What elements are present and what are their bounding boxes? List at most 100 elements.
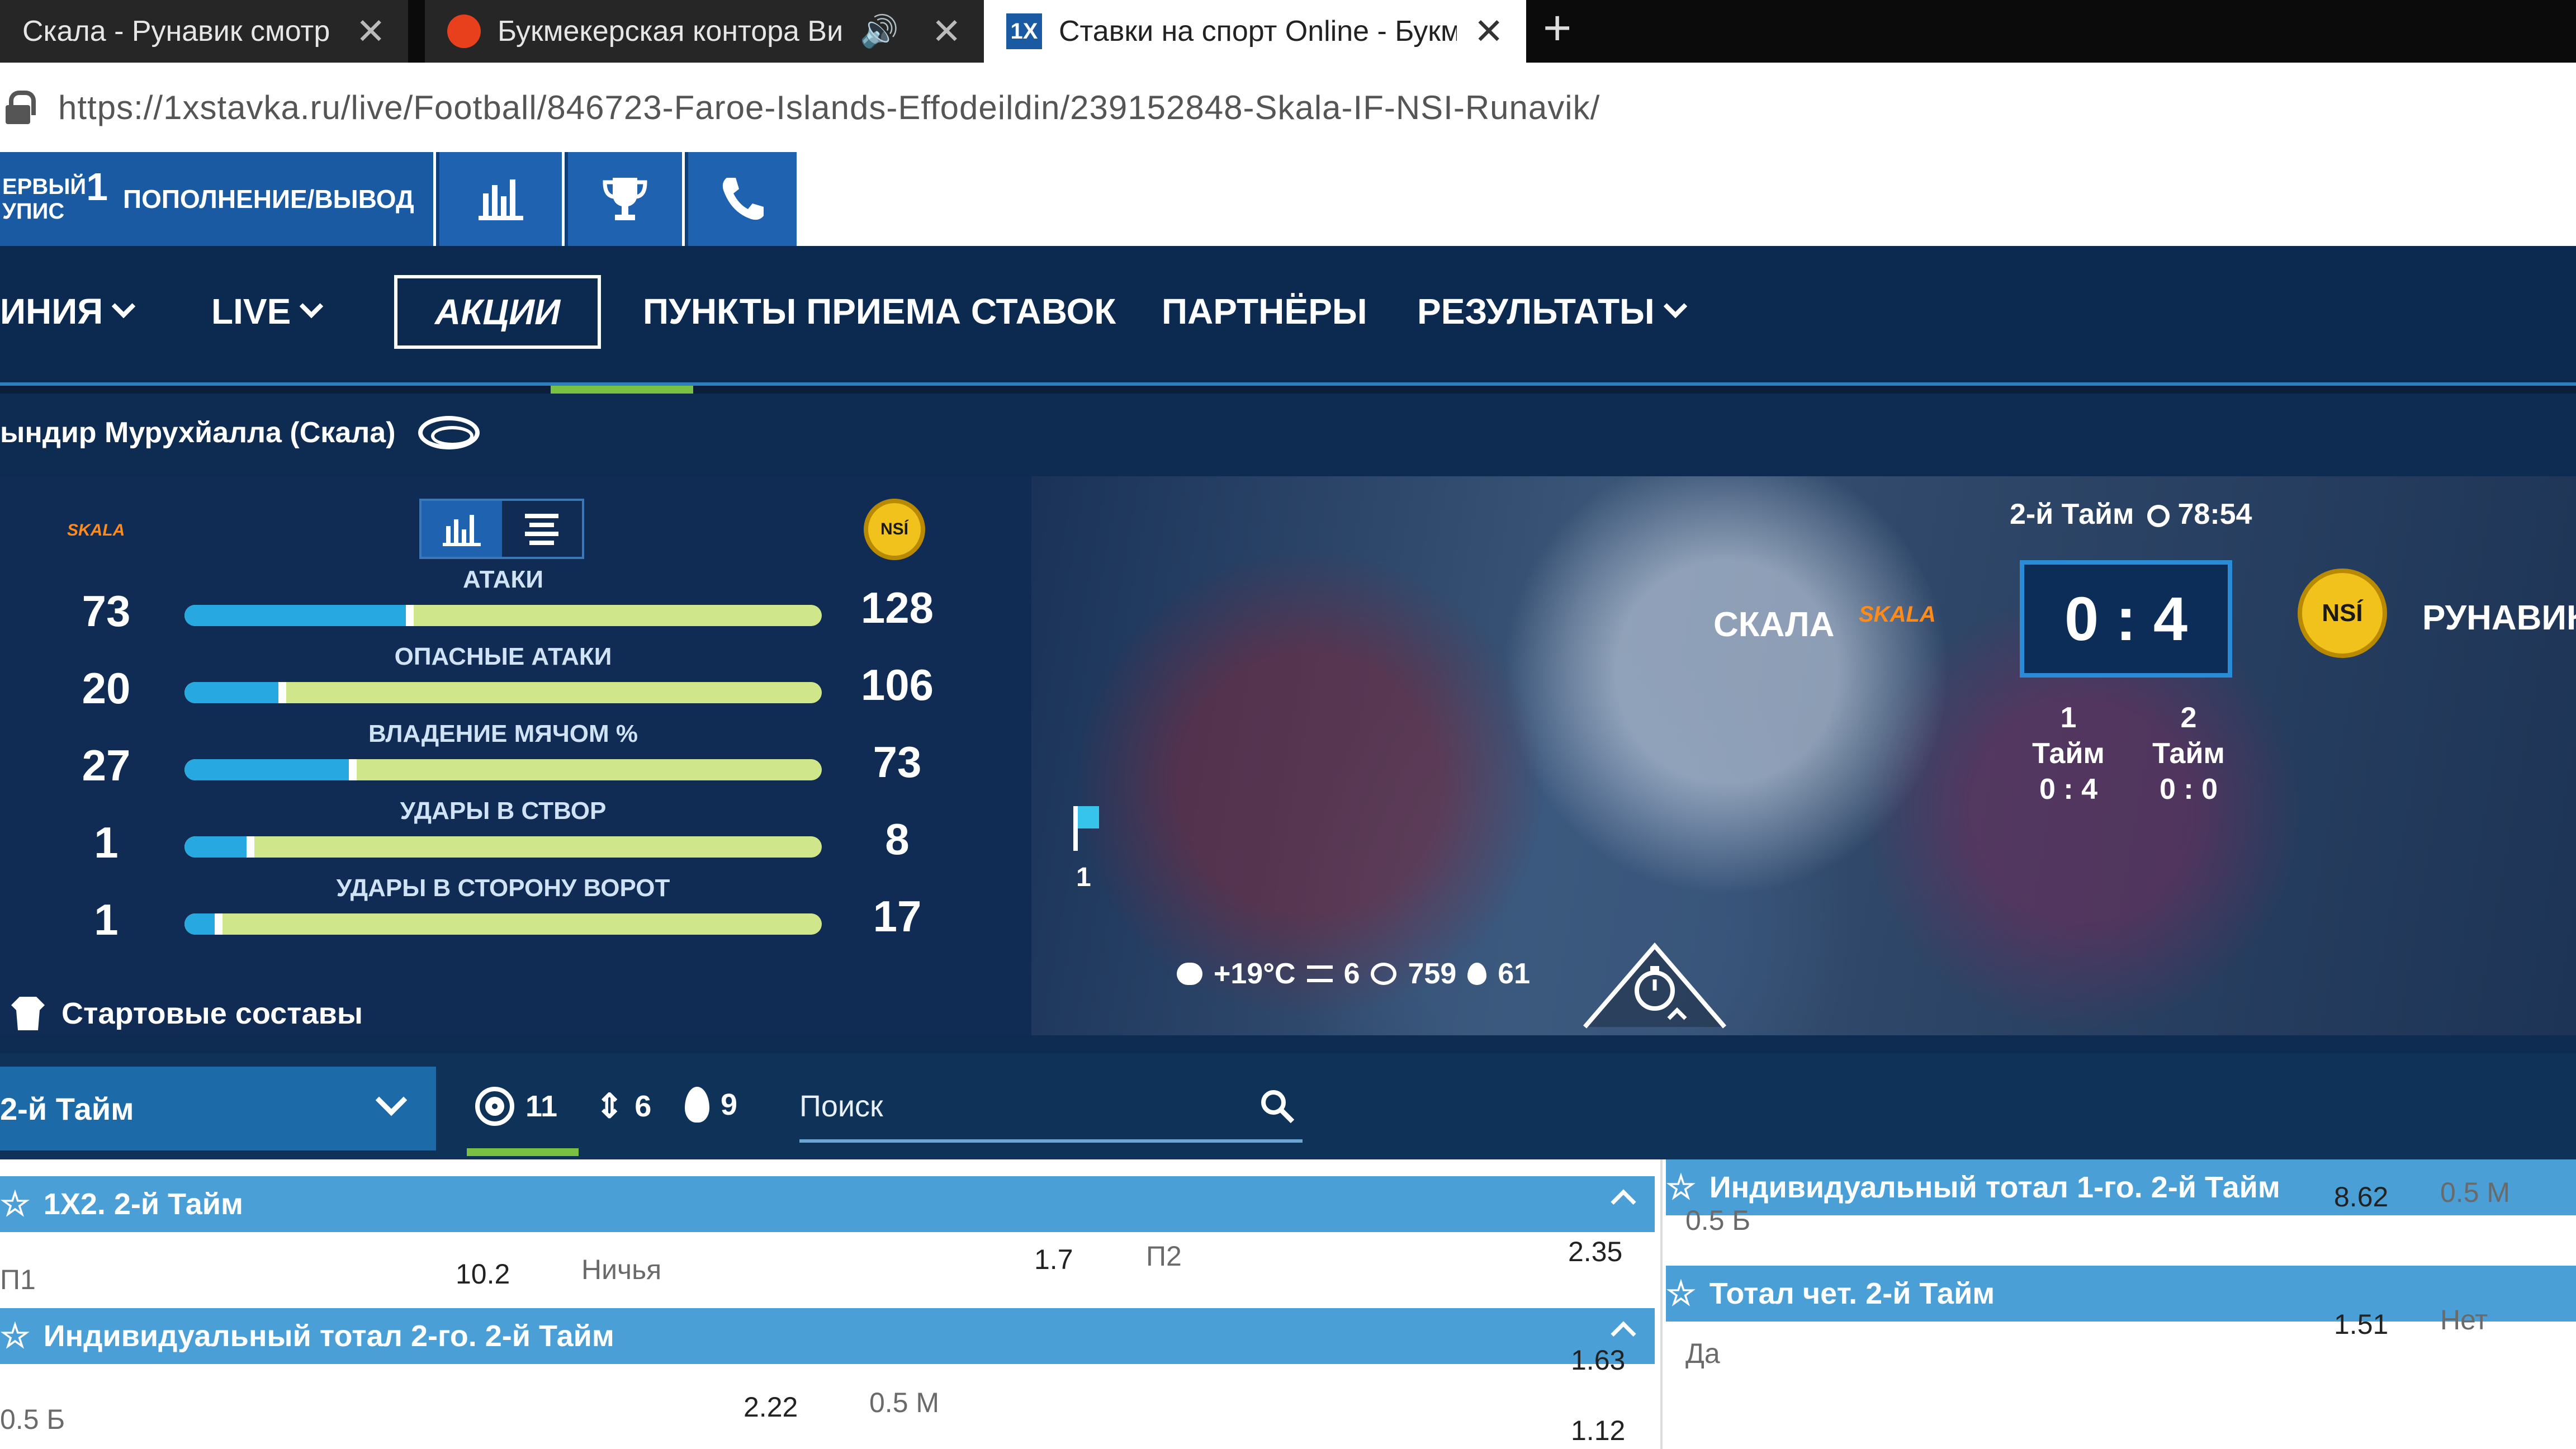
wind-speed: 6 [1343, 958, 1360, 990]
humidity-icon [1467, 963, 1487, 985]
nav-line[interactable]: ИНИЯ [0, 291, 136, 332]
search-box[interactable] [799, 1081, 1303, 1143]
filter-active-indicator [467, 1148, 579, 1156]
odds-value[interactable]: 10.2 [456, 1258, 510, 1290]
half-score: 2 Тайм 0 : 0 [2152, 702, 2225, 806]
browser-tab[interactable]: Букмекерская контора Ви 🔊 ✕ [425, 0, 984, 63]
period-select[interactable]: 2-й Тайм [0, 1067, 436, 1150]
list-icon [525, 514, 559, 545]
filter-popular[interactable]: 9 [685, 1087, 737, 1123]
stat-bar-home-fill [184, 836, 255, 858]
stats-view-toggle[interactable] [419, 499, 584, 559]
stat-label: ВЛАДЕНИЕ МЯЧОМ % [368, 720, 638, 747]
stat-bar-home-fill [184, 682, 287, 703]
corner-flag-icon [1073, 806, 1101, 851]
odds-label: 0.5 М [2440, 1177, 2511, 1208]
deposit-withdraw-button[interactable]: ПОПОЛНЕНИЕ/ВЫВОД [123, 184, 414, 214]
stat-away-value: 73 [873, 737, 922, 787]
match-period-time: 2-й Тайм 78:54 [2010, 498, 2252, 531]
close-tab-icon[interactable]: ✕ [356, 11, 386, 53]
trophy-button[interactable] [565, 152, 682, 246]
phone-icon [722, 178, 764, 220]
market-header[interactable]: ☆ 1X2. 2-й Тайм [0, 1176, 1655, 1232]
odds-value[interactable]: 2.35 [1568, 1235, 1622, 1268]
odds-label: П1 [0, 1264, 36, 1295]
phone-button[interactable] [685, 152, 797, 246]
chevron-up-icon[interactable] [1611, 1189, 1636, 1215]
odds-value[interactable]: 8.62 [2334, 1181, 2388, 1213]
nav-results[interactable]: РЕЗУЛЬТАТЫ [1417, 291, 1687, 332]
url-text[interactable]: https://1xstavka.ru/live/Football/846723… [58, 88, 1600, 127]
home-team-name: СКАЛА [1713, 605, 1835, 644]
cloud-icon [1177, 963, 1202, 985]
stadium-icon [418, 416, 480, 449]
address-bar[interactable]: https://1xstavka.ru/live/Football/846723… [0, 63, 2576, 152]
nav-live[interactable]: LIVE [211, 291, 324, 332]
market-header[interactable]: ☆ Индивидуальный тотал 2-го. 2-й Тайм [0, 1308, 1655, 1364]
odds-value[interactable]: 1.51 [2334, 1308, 2388, 1341]
away-team-logo: NSÍ [864, 499, 925, 560]
bars-view-button[interactable] [422, 501, 502, 557]
filter-changes[interactable]: ⇕ 6 [595, 1087, 651, 1126]
lineups-link[interactable]: Стартовые составы [11, 996, 363, 1031]
wind-icon [1306, 965, 1333, 982]
odds-value[interactable]: 1.7 [1034, 1243, 1073, 1276]
browser-tab[interactable]: Скала - Рунавик смотр ✕ [0, 0, 408, 63]
search-icon[interactable] [1258, 1087, 1297, 1126]
corner-count: 1 [1076, 863, 1091, 892]
weather-info: +19°C 6 759 61 [1177, 957, 1530, 991]
star-icon[interactable]: ☆ [1666, 1168, 1696, 1207]
lock-icon [6, 91, 36, 124]
stat-row: УДАРЫ В СТОРОНУ ВОРОТ 1 17 [0, 874, 1031, 953]
stat-bar-home-fill [184, 605, 414, 626]
star-icon[interactable]: ☆ [1666, 1274, 1696, 1313]
pressure: 759 [1408, 958, 1457, 990]
market-header[interactable]: ☆ Индивидуальный тотал 1-го. 2-й Тайм [1666, 1159, 2576, 1215]
speaker-icon[interactable]: 🔊 [860, 13, 899, 50]
tab-title: Ставки на спорт Online - Букм [1059, 15, 1457, 48]
stat-home-value: 1 [94, 818, 119, 867]
stat-bar [184, 682, 822, 703]
browser-tab-active[interactable]: 1X Ставки на спорт Online - Букм ✕ [984, 0, 1526, 63]
list-view-button[interactable] [502, 501, 583, 557]
stadium-info: ындир Мурухйалла (Скала) [0, 416, 480, 449]
stat-bar [184, 913, 822, 935]
away-team-name: РУНАВИК [2422, 599, 2576, 637]
market-header[interactable]: ☆ Тотал чет. 2-й Тайм [1666, 1266, 2576, 1322]
stat-home-value: 1 [94, 895, 119, 944]
nav-partners[interactable]: ПАРТНЁРЫ [1162, 291, 1367, 332]
clock-icon [2147, 505, 2170, 528]
match-timeline-toggle-icon[interactable] [1579, 940, 1730, 1030]
odds-value[interactable]: 1.63 [1571, 1344, 1625, 1376]
close-tab-icon[interactable]: ✕ [1474, 11, 1504, 53]
odds-label: 0.5 Б [0, 1404, 65, 1435]
match-statistics: SKALA NSÍ АТАКИ 73 128 ОПАСНЫЕ АТАКИ 20 … [0, 476, 1031, 1035]
deposit-banner[interactable]: ЕРВЫЙ1 УПИС ПОПОЛНЕНИЕ/ВЫВОД [0, 152, 433, 246]
nav-active-indicator [551, 386, 693, 394]
odds-label: Да [1685, 1338, 1720, 1369]
tab-title: Букмекерская контора Ви [498, 15, 844, 48]
nav-betting-points[interactable]: ПУНКТЫ ПРИЕМА СТАВОК [643, 291, 1116, 332]
star-icon[interactable]: ☆ [0, 1185, 30, 1224]
odds-label: 0.5 Б [1685, 1205, 1751, 1236]
stat-bar-home-fill [184, 913, 223, 935]
stat-bar-home-fill [184, 759, 357, 780]
odds-label: 0.5 М [869, 1387, 940, 1418]
filter-all-markets[interactable]: 11 [475, 1087, 557, 1126]
stats-button[interactable] [436, 152, 562, 246]
star-icon[interactable]: ☆ [0, 1317, 30, 1356]
stat-label: УДАРЫ В СТОРОНУ ВОРОТ [336, 874, 670, 902]
search-input[interactable] [799, 1081, 1235, 1131]
new-tab-button[interactable]: + [1543, 0, 1571, 63]
stat-home-value: 27 [82, 741, 131, 790]
chevron-up-icon[interactable] [1611, 1321, 1636, 1347]
stat-away-value: 128 [860, 583, 934, 632]
close-tab-icon[interactable]: ✕ [931, 11, 962, 53]
odds-value[interactable]: 2.22 [744, 1391, 798, 1423]
nav-promotions[interactable]: АКЦИИ [394, 275, 601, 349]
browser-tab-bar: Скала - Рунавик смотр ✕ Букмекерская кон… [0, 0, 2576, 63]
odds-value[interactable]: 1.12 [1571, 1414, 1625, 1447]
chevron-down-icon [300, 294, 324, 319]
stat-row: ВЛАДЕНИЕ МЯЧОМ % 27 73 [0, 720, 1031, 798]
shirt-icon [11, 997, 45, 1030]
